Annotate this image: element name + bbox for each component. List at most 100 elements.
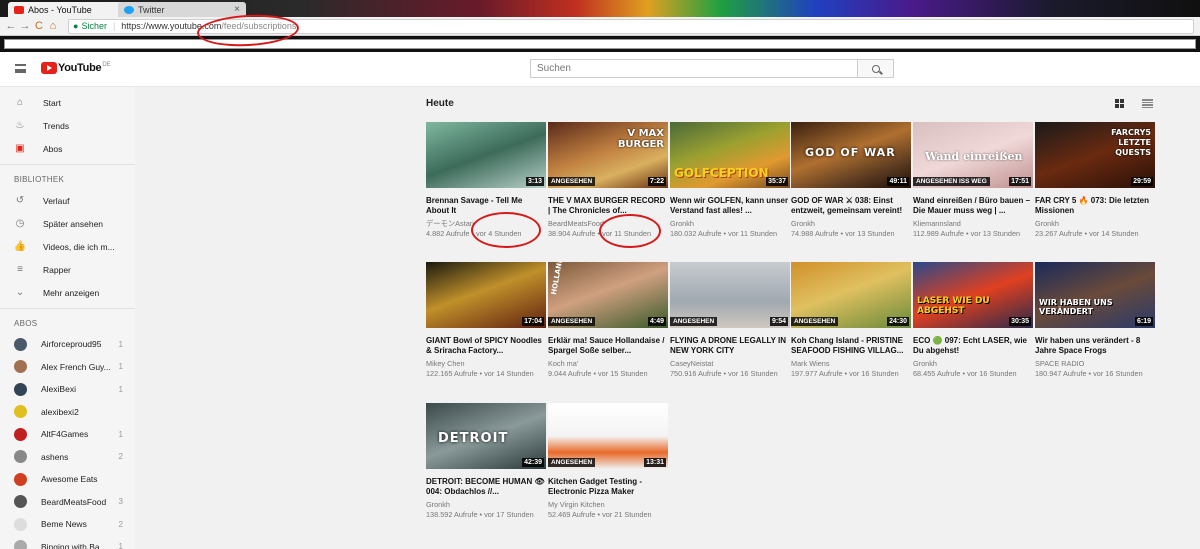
video-card[interactable]: FARCRY5 LETZTE QUESTS 29:59 FAR CRY 5 🔥 07… (1035, 122, 1155, 239)
video-card[interactable]: 17:04 GIANT Bowl of SPICY Noodles & Srira… (426, 262, 546, 379)
video-card[interactable]: GOD OF WAR 49:11 GOD OF WAR ⚔ 038: Einst e… (791, 122, 911, 239)
channel-name[interactable]: デーモンAstari (426, 219, 546, 229)
sidebar-item-liked-videos[interactable]: 👍 Videos, die ich m... (0, 235, 135, 258)
video-title[interactable]: Wand einreißen / Büro bauen – Die Mauer … (913, 196, 1033, 216)
sidebar-subscription-item[interactable]: Binging with Ba... 1 (0, 536, 135, 549)
channel-name[interactable]: Gronkh (1035, 219, 1155, 229)
video-thumbnail[interactable]: 17:04 (426, 262, 546, 328)
subscriptions-heading: ABOS (14, 318, 38, 328)
video-title[interactable]: GOD OF WAR ⚔ 038: Einst entzweit, gemein… (791, 196, 911, 216)
video-thumbnail[interactable]: ANGESEHEN 9:54 (670, 262, 790, 328)
search-button[interactable] (858, 59, 894, 78)
video-title[interactable]: Koh Chang Island - PRISTINE SEAFOOD FISH… (791, 336, 911, 356)
show-more-button[interactable]: ⌄ Mehr anzeigen (0, 281, 135, 304)
channel-name[interactable]: Mark Wiens (791, 359, 911, 369)
url-path: /feed/subscriptions (221, 21, 297, 31)
channel-name[interactable]: BeardMeatsFood (548, 219, 668, 229)
channel-name[interactable]: Kliemannsland (913, 219, 1033, 229)
channel-name[interactable]: SPACE RADIO (1035, 359, 1155, 369)
sidebar-subscription-item[interactable]: Airforceproud95 1 (0, 333, 135, 356)
menu-icon[interactable] (15, 64, 26, 73)
sidebar-item-abos[interactable]: ▣ Abos (0, 137, 135, 160)
video-thumbnail[interactable]: WIR HABEN UNS VERÄNDERT 6:19 (1035, 262, 1155, 328)
video-thumbnail[interactable]: HOLLANDAISE ANGESEHEN 4:49 (548, 262, 668, 328)
video-card[interactable]: GOLFCEPTION 35:37 Wenn wir GOLFEN, kann un… (670, 122, 790, 239)
home-icon[interactable]: ⌂ (46, 20, 60, 32)
channel-name[interactable]: Koch ma' (548, 359, 668, 369)
back-arrow-icon[interactable]: ← (4, 20, 18, 32)
channel-name[interactable]: Gronkh (426, 500, 546, 510)
youtube-logo[interactable]: YouTube DE (41, 62, 111, 74)
tab-twitter[interactable]: Twitter × (118, 2, 246, 17)
video-title[interactable]: FLYING A DRONE LEGALLY IN NEW YORK CITY (670, 336, 790, 356)
video-card[interactable]: V MAX BURGER ANGESEHEN 7:22 THE V MAX BURGE… (548, 122, 668, 239)
search-input[interactable]: Suchen (530, 59, 858, 78)
upload-age: vor 16 Stunden (728, 369, 778, 378)
video-title[interactable]: FAR CRY 5 🔥 073: Die letzten Missionen (1035, 196, 1155, 216)
video-thumbnail[interactable]: FARCRY5 LETZTE QUESTS 29:59 (1035, 122, 1155, 188)
video-card[interactable]: ANGESEHEN 9:54 FLYING A DRONE LEGALLY IN N… (670, 262, 790, 379)
forward-arrow-icon[interactable]: → (18, 20, 32, 32)
video-meta: 122.165 Aufrufe • vor 14 Stunden (426, 369, 546, 379)
video-card[interactable]: ANGESEHEN 24:30 Koh Chang Island - PRISTIN… (791, 262, 911, 379)
video-thumbnail[interactable]: ANGESEHEN 24:30 (791, 262, 911, 328)
video-duration: 3:13 (525, 177, 544, 186)
sidebar-subscription-item[interactable]: BeardMeatsFood 3 (0, 491, 135, 514)
video-title[interactable]: GIANT Bowl of SPICY Noodles & Sriracha F… (426, 336, 546, 356)
sidebar-subscription-item[interactable]: alexibexi2 (0, 401, 135, 424)
video-title[interactable]: Kitchen Gadget Testing - Electronic Pizz… (548, 477, 668, 497)
channel-name[interactable]: Mikey Chen (426, 359, 546, 369)
video-title[interactable]: Brennan Savage - Tell Me About It (426, 196, 546, 216)
video-duration: 30:35 (1009, 317, 1031, 326)
sidebar-item-history[interactable]: ↺ Verlauf (0, 189, 135, 212)
channel-name[interactable]: Gronkh (670, 219, 790, 229)
video-title[interactable]: DETROIT: BECOME HUMAN 👁 004: Obdachlos /… (426, 477, 546, 497)
video-thumbnail[interactable]: 3:13 (426, 122, 546, 188)
video-title[interactable]: THE V MAX BURGER RECORD | The Chronicles… (548, 196, 668, 216)
grid-view-icon[interactable] (1115, 99, 1125, 108)
sidebar-subscription-item[interactable]: Awesome Eats (0, 468, 135, 491)
sidebar-item-label: Mehr anzeigen (43, 287, 100, 298)
sidebar-subscription-item[interactable]: Beme News 2 (0, 513, 135, 536)
video-thumbnail[interactable]: GOLFCEPTION 35:37 (670, 122, 790, 188)
video-card[interactable]: DETROIT 42:39 DETROIT: BECOME HUMAN 👁 004:… (426, 403, 546, 520)
sidebar-item-playlist[interactable]: ≡ Rapper (0, 258, 135, 281)
reload-icon[interactable]: C (32, 20, 46, 32)
sidebar-item-trends[interactable]: ♨ Trends (0, 114, 135, 137)
video-duration: 4:49 (647, 317, 666, 326)
sidebar-item-start[interactable]: ⌂ Start (0, 91, 135, 114)
video-card[interactable]: LASER WIE DU ABGEHST 30:35 ECO 🟢 097: Echt… (913, 262, 1033, 379)
sidebar-subscription-item[interactable]: AltF4Games 1 (0, 423, 135, 446)
sidebar-item-watch-later[interactable]: ◷ Später ansehen (0, 212, 135, 235)
list-view-icon[interactable] (1142, 99, 1153, 108)
video-title[interactable]: Erklär ma! Sauce Hollandaise / Spargel S… (548, 336, 668, 356)
youtube-favicon-icon (14, 5, 24, 14)
video-title[interactable]: Wenn wir GOLFEN, kann unser Verstand fas… (670, 196, 790, 216)
video-thumbnail[interactable]: GOD OF WAR 49:11 (791, 122, 911, 188)
sidebar-subscription-item[interactable]: AlexiBexi 1 (0, 378, 135, 401)
video-card[interactable]: WIR HABEN UNS VERÄNDERT 6:19 Wir haben uns… (1035, 262, 1155, 379)
close-icon[interactable]: × (234, 4, 240, 15)
video-title[interactable]: Wir haben uns verändert - 8 Jahre Space … (1035, 336, 1155, 356)
subscription-new-count: 1 (118, 362, 123, 372)
address-bar[interactable]: ● Sicher | https://www.youtube.com /feed… (68, 18, 1194, 34)
avatar (14, 382, 27, 396)
video-card[interactable]: HOLLANDAISE ANGESEHEN 4:49 Erklär ma! Sauce… (548, 262, 668, 379)
video-card[interactable]: ANGESEHEN 13:31 Kitchen Gadget Testing - E… (548, 403, 668, 520)
sidebar-subscription-item[interactable]: Alex French Guy... 1 (0, 356, 135, 379)
video-thumbnail[interactable]: LASER WIE DU ABGEHST 30:35 (913, 262, 1033, 328)
video-thumbnail[interactable]: Wand einreißen ANGESEHEN ISS WEG 17:51 (913, 122, 1033, 188)
channel-name[interactable]: CaseyNeistat (670, 359, 790, 369)
video-thumbnail[interactable]: ANGESEHEN 13:31 (548, 403, 668, 469)
video-thumbnail[interactable]: DETROIT 42:39 (426, 403, 546, 469)
channel-name[interactable]: Gronkh (791, 219, 911, 229)
upload-age: vor 16 Stunden (1093, 369, 1143, 378)
video-card[interactable]: Wand einreißen ANGESEHEN ISS WEG 17:51 Wand… (913, 122, 1033, 239)
channel-name[interactable]: Gronkh (913, 359, 1033, 369)
video-card[interactable]: 3:13 Brennan Savage - Tell Me About It デーモ… (426, 122, 546, 239)
video-meta: 138.592 Aufrufe • vor 17 Stunden (426, 510, 546, 520)
video-thumbnail[interactable]: V MAX BURGER ANGESEHEN 7:22 (548, 122, 668, 188)
channel-name[interactable]: My Virgin Kitchen (548, 500, 668, 510)
sidebar-subscription-item[interactable]: ashens 2 (0, 446, 135, 469)
video-title[interactable]: ECO 🟢 097: Echt LASER, wie Du abgehst! (913, 336, 1033, 356)
